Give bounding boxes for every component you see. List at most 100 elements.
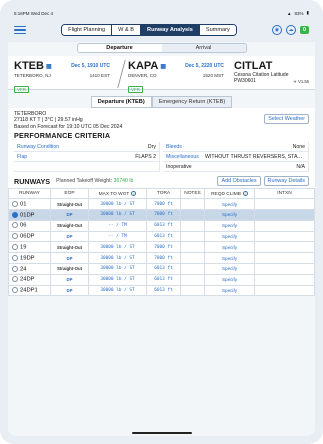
radio-button[interactable] (12, 233, 18, 240)
radio-button[interactable] (12, 200, 18, 207)
reqd-climb-cell[interactable]: Specify (204, 284, 255, 297)
max-to-wgt-cell[interactable]: 30000 lb / ST (88, 263, 147, 275)
notes-cell[interactable] (180, 252, 205, 264)
notes-cell[interactable] (180, 263, 205, 275)
eop-cell[interactable]: DP (50, 230, 89, 243)
tab-summary[interactable]: Summary (199, 25, 236, 35)
intxn-cell[interactable] (254, 230, 315, 243)
eop-cell[interactable]: Straight-Out (50, 198, 89, 211)
col-intxn[interactable]: INTXN (254, 188, 315, 200)
radio-button[interactable] (12, 254, 18, 261)
table-row[interactable]: 06 Straight-Out -- / TM 6013 ft Specify (8, 219, 315, 232)
bleeds-row[interactable]: Bleeds None (163, 142, 309, 153)
reqd-climb-cell[interactable]: Specify (204, 263, 255, 275)
table-row[interactable]: 19 Straight-Out 30000 lb / ST 7000 ft Specif… (8, 241, 315, 254)
tab-w-and-b[interactable]: W & B (112, 25, 142, 35)
reqd-climb-cell[interactable]: Specify (204, 241, 255, 254)
radio-button[interactable] (12, 222, 18, 229)
reqd-climb-cell[interactable]: Specify (204, 219, 255, 232)
notification-badge[interactable]: 0 (299, 26, 309, 34)
reqd-climb-cell[interactable]: Specify (204, 209, 255, 221)
eop-cell[interactable]: DP (50, 209, 89, 221)
eop-cell[interactable]: DP (50, 284, 89, 297)
add-obstacles-button[interactable]: Add Obstacles (217, 176, 261, 187)
flap-row[interactable]: Flap FLAPS 2 (14, 152, 160, 163)
reqd-climb-cell[interactable]: Specify (204, 273, 255, 286)
notes-cell[interactable] (180, 230, 205, 243)
aircraft-info[interactable]: CITLAT Cessna Citation Latitude PW30601 (234, 60, 288, 84)
miscellaneous-row[interactable]: Miscellaneous WITHOUT THRUST REVERSERS, S… (163, 152, 309, 163)
destination-date[interactable]: Dec 5, 2220 UTC (185, 63, 224, 69)
runway-cell[interactable]: 01DP (8, 209, 51, 221)
tab-emergency-return[interactable]: Emergency Return (KTEB) (151, 96, 233, 108)
intxn-cell[interactable] (254, 198, 315, 211)
max-to-wgt-cell[interactable]: -- / TM (88, 219, 147, 232)
tab-departure[interactable]: Departure (77, 44, 162, 52)
reqd-climb-cell[interactable]: Specify (204, 198, 255, 211)
select-weather-button[interactable]: Select Weather (264, 114, 309, 125)
max-to-wgt-cell[interactable]: 30000 lb / ST (88, 284, 147, 297)
intxn-cell[interactable] (254, 219, 315, 232)
max-to-wgt-cell[interactable]: 30000 lb / ST (88, 252, 147, 264)
eop-cell[interactable]: Straight-Out (50, 241, 89, 254)
tab-flight-planning[interactable]: Flight Planning (62, 25, 113, 35)
tab-arrival[interactable]: Arrival (161, 44, 246, 52)
calendar-icon[interactable]: ▦ (160, 63, 166, 70)
table-row[interactable]: 24DP DP 30000 lb / ST 6013 ft Specify (8, 273, 315, 286)
notes-cell[interactable] (180, 198, 205, 211)
eop-cell[interactable]: Straight-Out (50, 263, 89, 275)
runway-cell[interactable]: 24DP1 (8, 284, 51, 297)
info-icon[interactable]: i (131, 190, 137, 196)
table-row[interactable]: 06DP DP -- / TM 6013 ft Specify (8, 230, 315, 243)
eop-cell[interactable]: Straight-Out (50, 219, 89, 232)
origin-date[interactable]: Dec 5, 1910 UTC (71, 63, 110, 69)
table-row[interactable]: 24 Straight-Out 30000 lb / ST 6013 ft Specif… (8, 263, 315, 275)
notes-cell[interactable] (180, 209, 205, 221)
col-runway[interactable]: RUNWAY (8, 188, 51, 200)
radio-button[interactable] (12, 276, 18, 283)
runway-cell[interactable]: 19 (8, 241, 51, 254)
table-row[interactable]: 01 Straight-Out 30000 lb / ST 7000 ft Specif… (8, 198, 315, 211)
col-reqd-climb[interactable]: REQD CLIMB i (204, 188, 255, 200)
radio-button[interactable] (12, 211, 18, 218)
inoperative-row[interactable]: Inoperative N/A (163, 162, 309, 173)
table-row[interactable]: 01DP DP 30000 lb / ST 7000 ft Specify (8, 209, 315, 221)
col-notes[interactable]: NOTES (180, 188, 205, 200)
notes-cell[interactable] (180, 284, 205, 297)
info-icon[interactable]: i (242, 190, 248, 196)
cloud-icon[interactable]: ☁ (285, 25, 296, 35)
tab-departure-kteb[interactable]: Departure (KTEB) (90, 96, 152, 108)
menu-icon[interactable] (14, 26, 26, 34)
col-max-to-wgt[interactable]: MAX TO WGT i (88, 188, 147, 200)
runway-cell[interactable]: 06DP (8, 230, 51, 243)
max-to-wgt-cell[interactable]: 30000 lb / ST (88, 198, 147, 211)
runway-condition-row[interactable]: Runway Condition Dry (14, 142, 160, 153)
col-eop[interactable]: EOP (50, 188, 89, 200)
runway-cell[interactable]: 24 (8, 263, 51, 275)
radio-button[interactable] (12, 244, 18, 251)
max-to-wgt-cell[interactable]: 30000 lb / ST (88, 241, 147, 254)
reqd-climb-cell[interactable]: Specify (204, 230, 255, 243)
runway-details-button[interactable]: Runway Details (263, 176, 309, 187)
notes-cell[interactable] (180, 219, 205, 232)
max-to-wgt-cell[interactable]: -- / TM (88, 230, 147, 243)
max-to-wgt-cell[interactable]: 30000 lb / ST (88, 209, 147, 221)
runway-cell[interactable]: 24DP (8, 273, 51, 286)
col-tora[interactable]: TORA (146, 188, 181, 200)
runway-cell[interactable]: 19DP (8, 252, 51, 264)
intxn-cell[interactable] (254, 241, 315, 254)
radio-button[interactable] (12, 265, 18, 272)
max-to-wgt-cell[interactable]: 30000 lb / ST (88, 273, 147, 286)
runway-cell[interactable]: 06 (8, 219, 51, 232)
radio-button[interactable] (12, 287, 18, 294)
calendar-icon[interactable]: ▦ (46, 63, 52, 70)
tab-runway-analysis[interactable]: Runway Analysis (141, 25, 200, 35)
table-row[interactable]: 19DP DP 30000 lb / ST 7000 ft Specify (8, 252, 315, 264)
intxn-cell[interactable] (254, 263, 315, 275)
intxn-cell[interactable] (254, 273, 315, 286)
runway-cell[interactable]: 01 (8, 198, 51, 211)
eop-cell[interactable]: DP (50, 252, 89, 264)
table-row[interactable]: 24DP1 DP 30000 lb / ST 6013 ft Specify (8, 284, 315, 297)
intxn-cell[interactable] (254, 252, 315, 264)
eop-cell[interactable]: DP (50, 273, 89, 286)
